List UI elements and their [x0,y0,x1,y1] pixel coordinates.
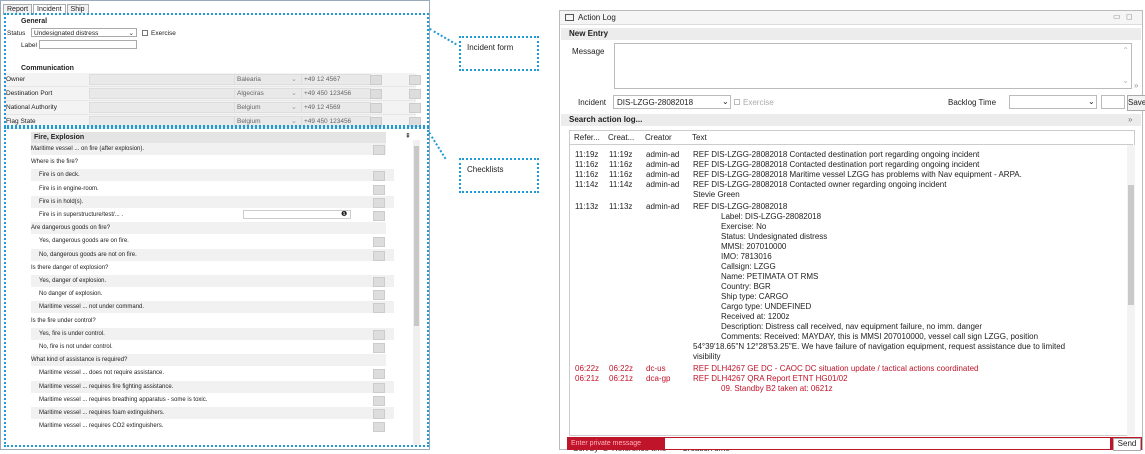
exercise-checkbox[interactable] [734,99,740,105]
cell-creator: admin-ad [646,150,680,159]
incident-value: DIS-LZGG-28082018 [617,98,694,107]
cell-creator: admin-ad [646,202,680,211]
cell-text: Cargo type: UNDEFINED [721,302,812,311]
cell-reference: 11:13z [575,202,599,211]
incident-form-callout: Incident form [459,36,539,71]
cell-created: 06:21z [609,374,634,383]
cell-text: Label: DIS-LZGG-28082018 [721,212,822,221]
cell-text: Exercise: No [721,222,767,231]
cell-creator: admin-ad [646,170,680,179]
action-log-titlebar: Action Log ▭ ◻ [560,11,1142,25]
cell-text: Callsign: LZGG [721,262,776,271]
send-button[interactable]: Send [1113,438,1141,451]
cell-text: 54°39'18.65"N 12°28'53.25"E. We have fai… [693,342,1066,351]
cell-reference: 06:22z [575,364,600,373]
cell-text: Country: BGR [721,282,771,291]
col-created[interactable]: Creat... [608,133,634,143]
cell-text: Name: PETIMATA OT RMS [721,272,819,281]
chevron-down-icon: ⌄ [1088,97,1095,106]
col-creator[interactable]: Creator [645,133,672,143]
new-entry-title: New Entry [569,29,609,38]
cell-text: Ship type: CARGO [721,292,789,301]
message-textarea[interactable]: ⌃ ⌄ [614,43,1132,89]
cell-text: Description: Distress call received, nav… [721,322,983,331]
exercise-label: Exercise [743,98,774,107]
cell-reference: 06:21z [575,374,600,383]
maximize-icon[interactable]: ◻ [1126,12,1133,22]
cell-text: Comments: Received: MAYDAY, this is MMSI… [721,332,1039,341]
cell-text: Received at: 1200z [721,312,790,321]
cell-created: 11:13z [609,202,633,211]
private-message-input[interactable] [665,438,1110,449]
expand-icon[interactable]: » [1128,115,1132,125]
checklists-connector [428,132,447,160]
incident-form-callout-text: Incident form [467,43,514,52]
cell-created: 11:19z [609,150,633,159]
cell-text: Stevie Green [693,190,740,199]
cell-reference: 11:16z [575,160,599,169]
save-button[interactable]: Save [1127,95,1145,111]
incident-form-connector [429,28,457,46]
cell-text: visibility [693,352,721,361]
cell-reference: 11:19z [575,150,599,159]
action-log-title: Action Log [578,13,616,22]
cell-text: IMO: 7813016 [721,252,772,261]
message-label: Message [572,47,605,56]
log-scrollbar[interactable] [1127,145,1135,436]
cell-text: REF DIS-LZGG-28082018 Maritime vessel LZ… [693,170,1022,179]
cell-created: 11:16z [609,170,633,179]
cell-creator: dc-us [646,364,666,373]
backlog-time-label: Backlog Time [948,98,997,107]
cell-text: REF DIS-LZGG-28082018 Contacted owner re… [693,180,947,189]
cell-created: 11:16z [609,160,633,169]
log-icon [565,14,574,21]
cell-text: 09. Standby B2 taken at: 0621z [721,384,833,393]
backlog-date-select[interactable]: ⌄ [1009,95,1097,109]
cell-created: 06:22z [609,364,634,373]
table-header: Refer... Creat... Creator Text [570,131,1133,145]
private-message-bar: Enter private message Send [567,437,1142,451]
minimize-icon[interactable]: ▭ [1113,12,1121,22]
cell-creator: admin-ad [646,180,680,189]
cell-creator: admin-ad [646,160,680,169]
cell-text: Status: Undesignated distress [721,232,828,241]
backlog-time-input[interactable] [1101,95,1125,109]
action-log-panel: Action Log ▭ ◻ New Entry Message ⌃ ⌄ » I… [559,10,1145,453]
cell-creator: dca-gp [646,374,671,383]
search-log-label: Search action log... [569,115,643,124]
incident-label: Incident [578,98,607,107]
checklists-callout: Checklists [459,158,539,193]
incident-select[interactable]: DIS-LZGG-28082018 ⌄ [613,95,731,109]
chevron-down-icon: ⌄ [722,97,729,106]
search-header[interactable]: Search action log... » [561,114,1141,126]
cell-text: REF DIS-LZGG-28082018 Contacted destinat… [693,150,980,159]
col-text[interactable]: Text [692,133,707,143]
checklists-highlight [4,127,429,447]
scroll-down-icon[interactable]: ⌄ [1122,76,1129,86]
col-reference[interactable]: Refer... [574,133,600,143]
incident-form-highlight [4,13,429,127]
checklists-callout-text: Checklists [467,165,504,174]
cell-reference: 11:14z [575,180,599,189]
scroll-up-icon[interactable]: ⌃ [1122,46,1129,56]
new-entry-header: New Entry [561,28,1141,40]
cell-text: REF DIS-LZGG-28082018 [693,202,788,211]
cell-text: REF DLH4267 GE DC - CAOC DC situation up… [693,364,979,373]
scrollbar-thumb[interactable] [1128,185,1134,305]
private-message-placeholder: Enter private message [571,440,642,447]
cell-text: MMSI: 207010000 [721,242,787,251]
cell-text: REF DLH4267 QRA Report ETNT HG01/02 [693,374,848,383]
expand-icon[interactable]: » [1134,81,1138,91]
cell-reference: 11:16z [575,170,599,179]
cell-created: 11:14z [609,180,633,189]
cell-text: REF DIS-LZGG-28082018 Contacted destinat… [693,160,980,169]
